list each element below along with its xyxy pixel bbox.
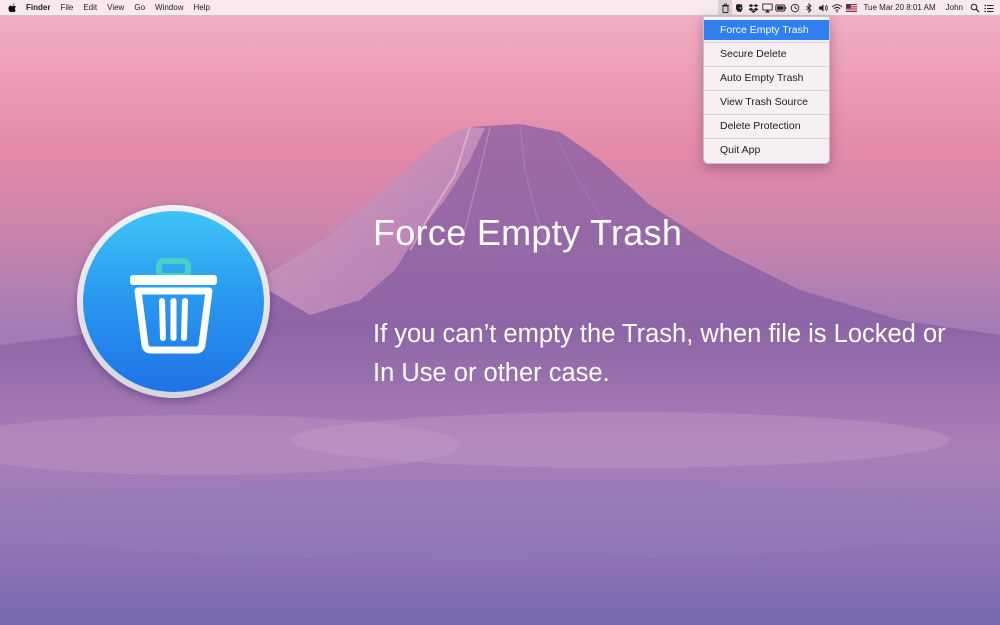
menu-item-force-empty-trash[interactable]: Force Empty Trash [704,20,829,40]
menu-bar-left: Finder File Edit View Go Window Help [0,0,215,16]
menu-edit[interactable]: Edit [78,0,102,16]
menu-item-quit-app[interactable]: Quit App [704,140,829,160]
user-name[interactable]: John [941,0,968,16]
menu-help[interactable]: Help [188,0,214,16]
spotlight-search-icon[interactable] [968,0,982,16]
menu-bar: Finder File Edit View Go Window Help Tue… [0,0,1000,16]
menu-file[interactable]: File [55,0,78,16]
flag-icon[interactable] [844,0,858,16]
airplay-icon[interactable] [760,0,774,16]
hero-description: If you can’t empty the Trash, when file … [373,320,946,387]
trash-status-icon[interactable] [718,0,733,16]
menu-bar-right: Tue Mar 20 8:01 AM John [718,0,996,16]
menu-view[interactable]: View [102,0,129,16]
trash-menu-dropdown: Force Empty Trash Secure Delete Auto Emp… [703,16,830,164]
apple-logo-icon[interactable] [6,0,18,16]
menu-separator [704,113,829,115]
menu-finder[interactable]: Finder [21,0,55,16]
menu-item-delete-protection[interactable]: Delete Protection [704,116,829,136]
menu-window[interactable]: Window [150,0,188,16]
time-machine-icon[interactable] [788,0,802,16]
menu-separator [704,137,829,139]
desktop: Finder File Edit View Go Window Help Tue… [0,0,1000,625]
menu-separator [704,89,829,91]
clock[interactable]: Tue Mar 20 8:01 AM [858,0,940,16]
battery-icon[interactable] [774,0,788,16]
app-icon [77,205,270,398]
menu-go[interactable]: Go [129,0,150,16]
hero-title: Force Empty Trash [373,212,683,253]
notification-center-icon[interactable] [982,0,996,16]
bluetooth-icon[interactable] [802,0,816,16]
trash-can-icon [130,258,217,354]
volume-icon[interactable] [816,0,830,16]
dropbox-icon[interactable] [746,0,760,16]
menu-item-auto-empty-trash[interactable]: Auto Empty Trash [704,68,829,88]
menu-item-secure-delete[interactable]: Secure Delete [704,44,829,64]
wifi-icon[interactable] [830,0,844,16]
evernote-icon[interactable] [732,0,746,16]
menu-separator [704,41,829,43]
menu-item-view-trash-source[interactable]: View Trash Source [704,92,829,112]
menu-separator [704,65,829,67]
